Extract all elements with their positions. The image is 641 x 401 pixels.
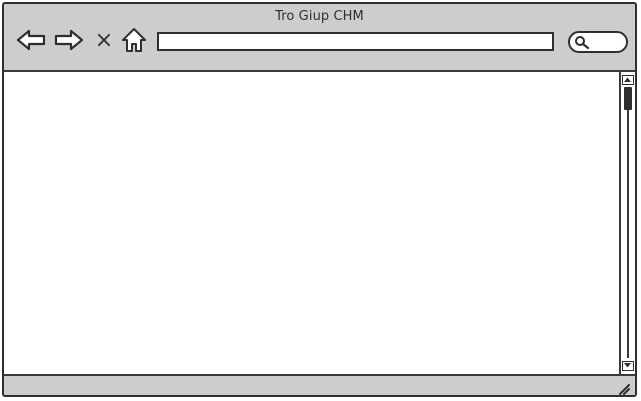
status-bar [4, 374, 635, 395]
scroll-up-button[interactable] [622, 75, 634, 85]
home-icon [122, 28, 146, 52]
search-icon [575, 36, 590, 50]
page-content [4, 72, 622, 374]
home-button[interactable] [117, 25, 151, 55]
scroll-thumb[interactable] [624, 87, 632, 110]
close-icon: × [94, 27, 114, 53]
vertical-scrollbar[interactable] [619, 72, 635, 374]
window-title: Tro Giup CHM [275, 9, 364, 24]
scroll-down-button[interactable] [622, 361, 634, 371]
address-bar[interactable] [157, 32, 554, 51]
browser-window: Tro Giup CHM × [2, 2, 637, 397]
arrow-right-icon [54, 29, 84, 51]
toolbar: Tro Giup CHM × [4, 4, 635, 72]
arrow-left-icon [16, 29, 46, 51]
resize-grip-icon [619, 384, 630, 395]
resize-handle[interactable] [617, 380, 631, 395]
forward-button[interactable] [52, 25, 86, 55]
back-button[interactable] [14, 25, 48, 55]
search-button[interactable] [568, 31, 628, 53]
chevron-down-icon [624, 363, 631, 368]
chevron-up-icon [624, 77, 631, 82]
stop-button[interactable]: × [92, 25, 116, 55]
scroll-track [627, 87, 629, 358]
